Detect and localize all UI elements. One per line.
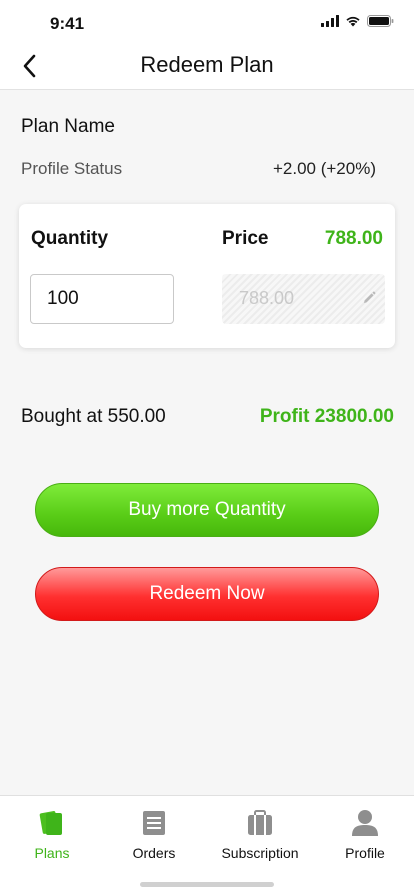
- tab-profile-label: Profile: [345, 845, 385, 861]
- tab-profile[interactable]: Profile: [313, 808, 414, 861]
- tab-orders[interactable]: Orders: [102, 808, 206, 861]
- pencil-icon: [364, 291, 376, 303]
- nav-bar: Redeem Plan: [0, 44, 414, 90]
- status-time: 9:41: [50, 14, 85, 33]
- subscription-icon: [248, 810, 272, 835]
- quantity-input[interactable]: [30, 274, 174, 324]
- orders-icon: [143, 811, 165, 835]
- home-indicator: [140, 882, 274, 887]
- bought-at: Bought at 550.00: [21, 406, 166, 427]
- battery-icon: [367, 15, 394, 27]
- status-bar: 9:41: [0, 0, 414, 44]
- tab-subscription-label: Subscription: [221, 845, 299, 861]
- tab-plans-label: Plans: [34, 845, 70, 861]
- redeem-now-button[interactable]: Redeem Now: [35, 567, 379, 621]
- plans-icon: [39, 811, 62, 835]
- status-icons: [321, 15, 394, 27]
- plan-name: Plan Name: [21, 116, 115, 137]
- quantity-label: Quantity: [31, 228, 109, 249]
- profile-status-label: Profile Status: [21, 159, 123, 178]
- profile-status-change: +2.00 (+20%): [272, 159, 376, 178]
- price-input-value: 788.00: [239, 288, 295, 308]
- price-value: 788.00: [324, 228, 383, 249]
- price-input: 788.00: [222, 274, 385, 324]
- tab-plans[interactable]: Plans: [0, 808, 104, 861]
- buy-more-button[interactable]: Buy more Quantity: [35, 483, 379, 537]
- trade-card: Quantity Price 788.00 788.00: [19, 204, 395, 348]
- tab-subscription[interactable]: Subscription: [208, 808, 312, 861]
- signal-icon: [321, 15, 339, 27]
- profit-amount: Profit 23800.00: [259, 406, 394, 427]
- tab-orders-label: Orders: [132, 845, 176, 861]
- wifi-icon: [346, 16, 360, 27]
- tab-bar: Plans Orders Subscription Profile: [0, 795, 414, 896]
- profile-icon: [352, 810, 378, 836]
- page-title: Redeem Plan: [140, 52, 274, 77]
- price-label: Price: [222, 228, 269, 249]
